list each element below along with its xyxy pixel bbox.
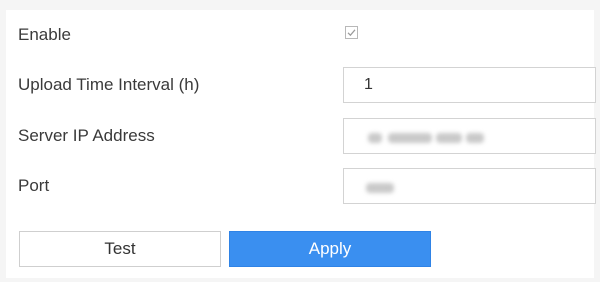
upload-time-interval-input[interactable]: 1 bbox=[343, 67, 596, 103]
port-input[interactable] bbox=[343, 168, 596, 204]
server-ip-address-input[interactable] bbox=[343, 118, 596, 154]
test-button[interactable]: Test bbox=[19, 231, 221, 267]
obscured-text bbox=[366, 183, 394, 193]
apply-button[interactable]: Apply bbox=[229, 231, 431, 267]
obscured-text bbox=[368, 133, 382, 143]
settings-panel: Enable Upload Time Interval (h) 1 Server… bbox=[6, 10, 596, 278]
obscured-text bbox=[436, 133, 462, 143]
upload-time-interval-label: Upload Time Interval (h) bbox=[18, 75, 200, 94]
enable-label: Enable bbox=[18, 25, 71, 44]
obscured-text bbox=[388, 133, 432, 143]
obscured-text bbox=[466, 133, 484, 143]
port-label: Port bbox=[18, 176, 50, 195]
checkmark-icon bbox=[347, 29, 356, 37]
server-ip-address-label: Server IP Address bbox=[18, 126, 155, 145]
enable-checkbox[interactable] bbox=[345, 26, 358, 39]
